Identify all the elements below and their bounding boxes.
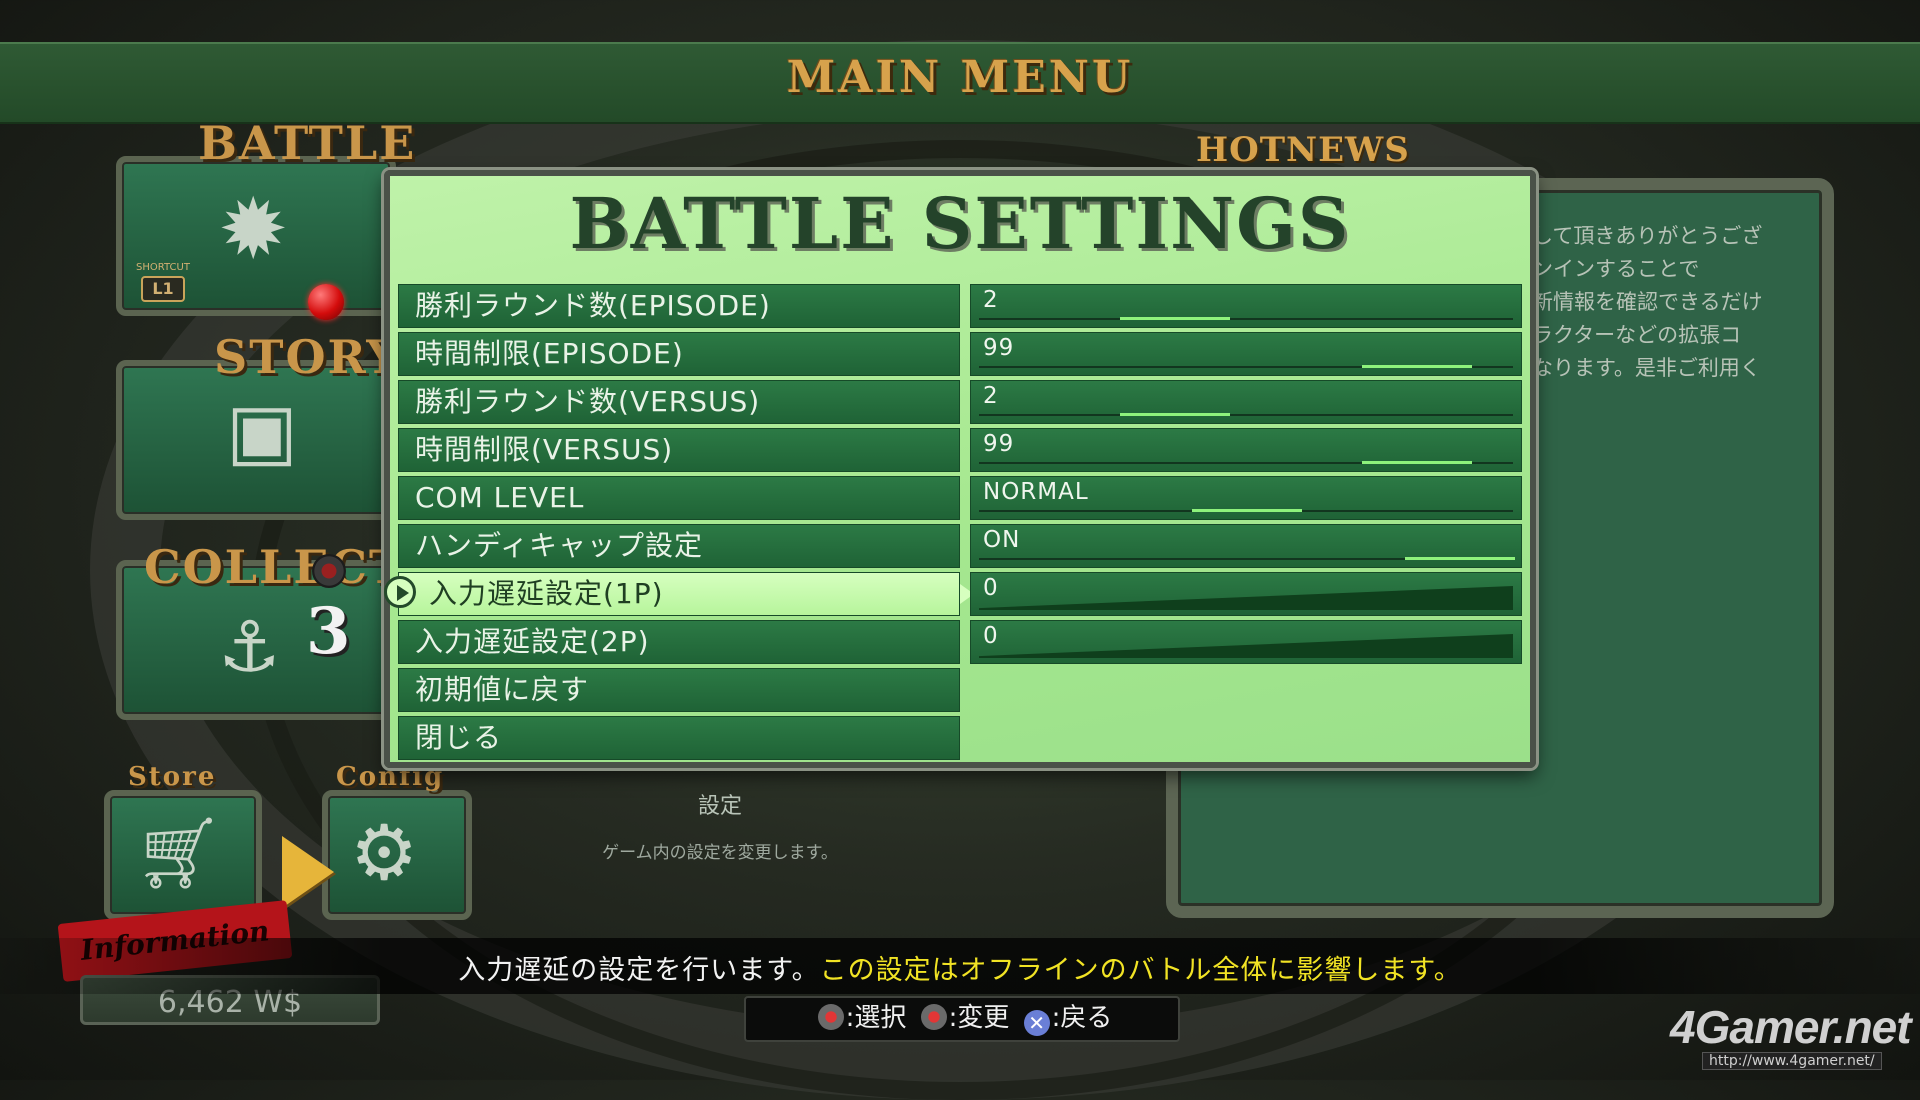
cross-button-icon: ✕ bbox=[1023, 1010, 1050, 1036]
setting-label: ハンディキャップ設定 bbox=[398, 524, 960, 568]
hotnews-line: ンインすることで bbox=[1532, 257, 1700, 281]
theater-icon: ▣ bbox=[226, 386, 298, 475]
setting-value-slider[interactable]: 2 bbox=[970, 380, 1522, 424]
change-hint: :変更 bbox=[948, 1003, 1010, 1033]
slider-thumb bbox=[1192, 509, 1302, 512]
setting-row-handicap[interactable]: ハンディキャップ設定 ON bbox=[398, 524, 1522, 568]
button-guide: :選択 :変更 ✕:戻る bbox=[744, 996, 1180, 1042]
setting-value-slider[interactable]: 99 bbox=[970, 428, 1522, 472]
hotnews-line: なります。是非ご利用く bbox=[1532, 356, 1761, 380]
menu-cursor-arrow bbox=[282, 836, 334, 908]
slider-track bbox=[979, 414, 1513, 416]
gear-icon: ⚙ bbox=[350, 808, 419, 897]
setting-value: 2 bbox=[983, 383, 999, 409]
shortcut-key: L1 bbox=[141, 276, 185, 302]
setting-value-slider[interactable]: ON bbox=[970, 524, 1522, 568]
setting-value: ON bbox=[983, 527, 1021, 553]
page-title: MAIN MENU bbox=[786, 52, 1134, 103]
battle-label: BATTLE bbox=[198, 116, 417, 170]
setting-value: NORMAL bbox=[983, 479, 1089, 505]
battle-settings-dialog: BATTLE SETTINGS 勝利ラウンド数(EPISODE) 2 時間制限(… bbox=[384, 170, 1536, 768]
setting-row-input-delay-2p[interactable]: 入力遅延設定(2P) 0 bbox=[398, 620, 1522, 664]
back-hint: :戻る bbox=[1051, 1003, 1113, 1033]
setting-row-close[interactable]: 閉じる bbox=[398, 716, 1522, 760]
cart-icon: 🛒︎ bbox=[134, 812, 223, 894]
hotnews-line: ラクターなどの拡張コ bbox=[1532, 323, 1742, 347]
setting-label: 入力遅延設定(2P) bbox=[398, 620, 960, 664]
config-caption-description: ゲーム内の設定を変更します。 bbox=[602, 843, 838, 863]
collection-icon: ⚓ bbox=[218, 606, 281, 688]
dpad-updown-icon bbox=[817, 1004, 844, 1030]
setting-value-slider[interactable]: 99 bbox=[970, 332, 1522, 376]
setting-label: 時間制限(VERSUS) bbox=[398, 428, 960, 472]
setting-row-input-delay-1p[interactable]: 入力遅延設定(1P) 0 bbox=[384, 572, 1522, 616]
setting-label: COM LEVEL bbox=[398, 476, 960, 520]
slider-track bbox=[979, 318, 1513, 320]
setting-row-com-level[interactable]: COM LEVEL NORMAL bbox=[398, 476, 1522, 520]
setting-value-slider[interactable]: NORMAL bbox=[970, 476, 1522, 520]
select-hint: :選択 bbox=[845, 1003, 907, 1033]
config-tile[interactable]: ⚙ bbox=[322, 790, 472, 920]
reset-defaults-button[interactable]: 初期値に戻す bbox=[398, 668, 960, 712]
slider-thumb bbox=[1119, 413, 1230, 416]
setting-label: 勝利ラウンド数(EPISODE) bbox=[398, 284, 960, 328]
setting-value: 99 bbox=[983, 335, 1015, 361]
selection-cursor-icon bbox=[384, 576, 416, 608]
setting-label: 勝利ラウンド数(VERSUS) bbox=[398, 380, 960, 424]
collection-badge-count: 3 bbox=[306, 594, 351, 669]
setting-row-episode-rounds[interactable]: 勝利ラウンド数(EPISODE) 2 bbox=[398, 284, 1522, 328]
hotnews-title: HOTNEWS bbox=[1196, 130, 1410, 170]
slider-thumb bbox=[1362, 461, 1473, 464]
hotnews-text: して頂きありがとうござ ンインすることで 新情報を確認できるだけ ラクターなどの… bbox=[1532, 220, 1802, 385]
store-label: Store bbox=[128, 762, 217, 792]
collection-notification-orb bbox=[312, 554, 346, 588]
settings-list: 勝利ラウンド数(EPISODE) 2 時間制限(EPISODE) 99 勝利ラウ… bbox=[384, 284, 1522, 764]
setting-row-episode-time[interactable]: 時間制限(EPISODE) 99 bbox=[398, 332, 1522, 376]
setting-value: 2 bbox=[983, 287, 999, 313]
dialog-title: BATTLE SETTINGS bbox=[569, 182, 1351, 265]
help-message: 入力遅延の設定を行います。この設定はオフラインのバトル全体に影響します。 bbox=[0, 948, 1920, 987]
watermark-logo: 4Gamer.net bbox=[1670, 1001, 1912, 1053]
setting-row-reset-defaults[interactable]: 初期値に戻す bbox=[398, 668, 1522, 712]
setting-value: 0 bbox=[983, 575, 999, 601]
setting-row-versus-time[interactable]: 時間制限(VERSUS) 99 bbox=[398, 428, 1522, 472]
config-caption: 設定 ゲーム内の設定を変更します。 bbox=[500, 788, 940, 863]
store-tile[interactable]: 🛒︎ bbox=[104, 790, 262, 920]
delay-gauge bbox=[979, 634, 1513, 658]
setting-value: 0 bbox=[983, 623, 999, 649]
hotnews-line: して頂きありがとうござ bbox=[1532, 224, 1763, 248]
dpad-leftright-icon bbox=[920, 1004, 947, 1030]
shortcut-caption: SHORTCUT bbox=[136, 262, 190, 273]
slider-thumb bbox=[1362, 365, 1473, 368]
setting-value-slider[interactable]: 0 bbox=[970, 620, 1522, 664]
hotnews-line: 新情報を確認できるだけ bbox=[1532, 290, 1763, 314]
notification-orb bbox=[308, 284, 344, 320]
battle-icon: ✹ bbox=[218, 180, 289, 278]
close-button[interactable]: 閉じる bbox=[398, 716, 960, 760]
story-label: STORY bbox=[214, 330, 402, 384]
config-caption-title: 設定 bbox=[697, 794, 742, 819]
setting-row-versus-rounds[interactable]: 勝利ラウンド数(VERSUS) 2 bbox=[398, 380, 1522, 424]
setting-value-slider[interactable]: 2 bbox=[970, 284, 1522, 328]
delay-gauge bbox=[979, 586, 1513, 610]
slider-thumb bbox=[1119, 317, 1230, 320]
setting-value-slider[interactable]: 0 bbox=[970, 572, 1522, 616]
setting-value: 99 bbox=[983, 431, 1015, 457]
watermark-url: http://www.4gamer.net/ bbox=[1702, 1052, 1882, 1070]
help-message-main: 入力遅延の設定を行います。 bbox=[458, 955, 820, 986]
setting-label: 時間制限(EPISODE) bbox=[398, 332, 960, 376]
story-tile[interactable]: ▣ bbox=[116, 360, 396, 520]
help-message-warning: この設定はオフラインのバトル全体に影響します。 bbox=[819, 955, 1462, 986]
setting-label: 入力遅延設定(1P) bbox=[398, 572, 960, 616]
shortcut-hint: SHORTCUT L1 bbox=[136, 262, 190, 302]
slider-thumb bbox=[1405, 557, 1515, 560]
